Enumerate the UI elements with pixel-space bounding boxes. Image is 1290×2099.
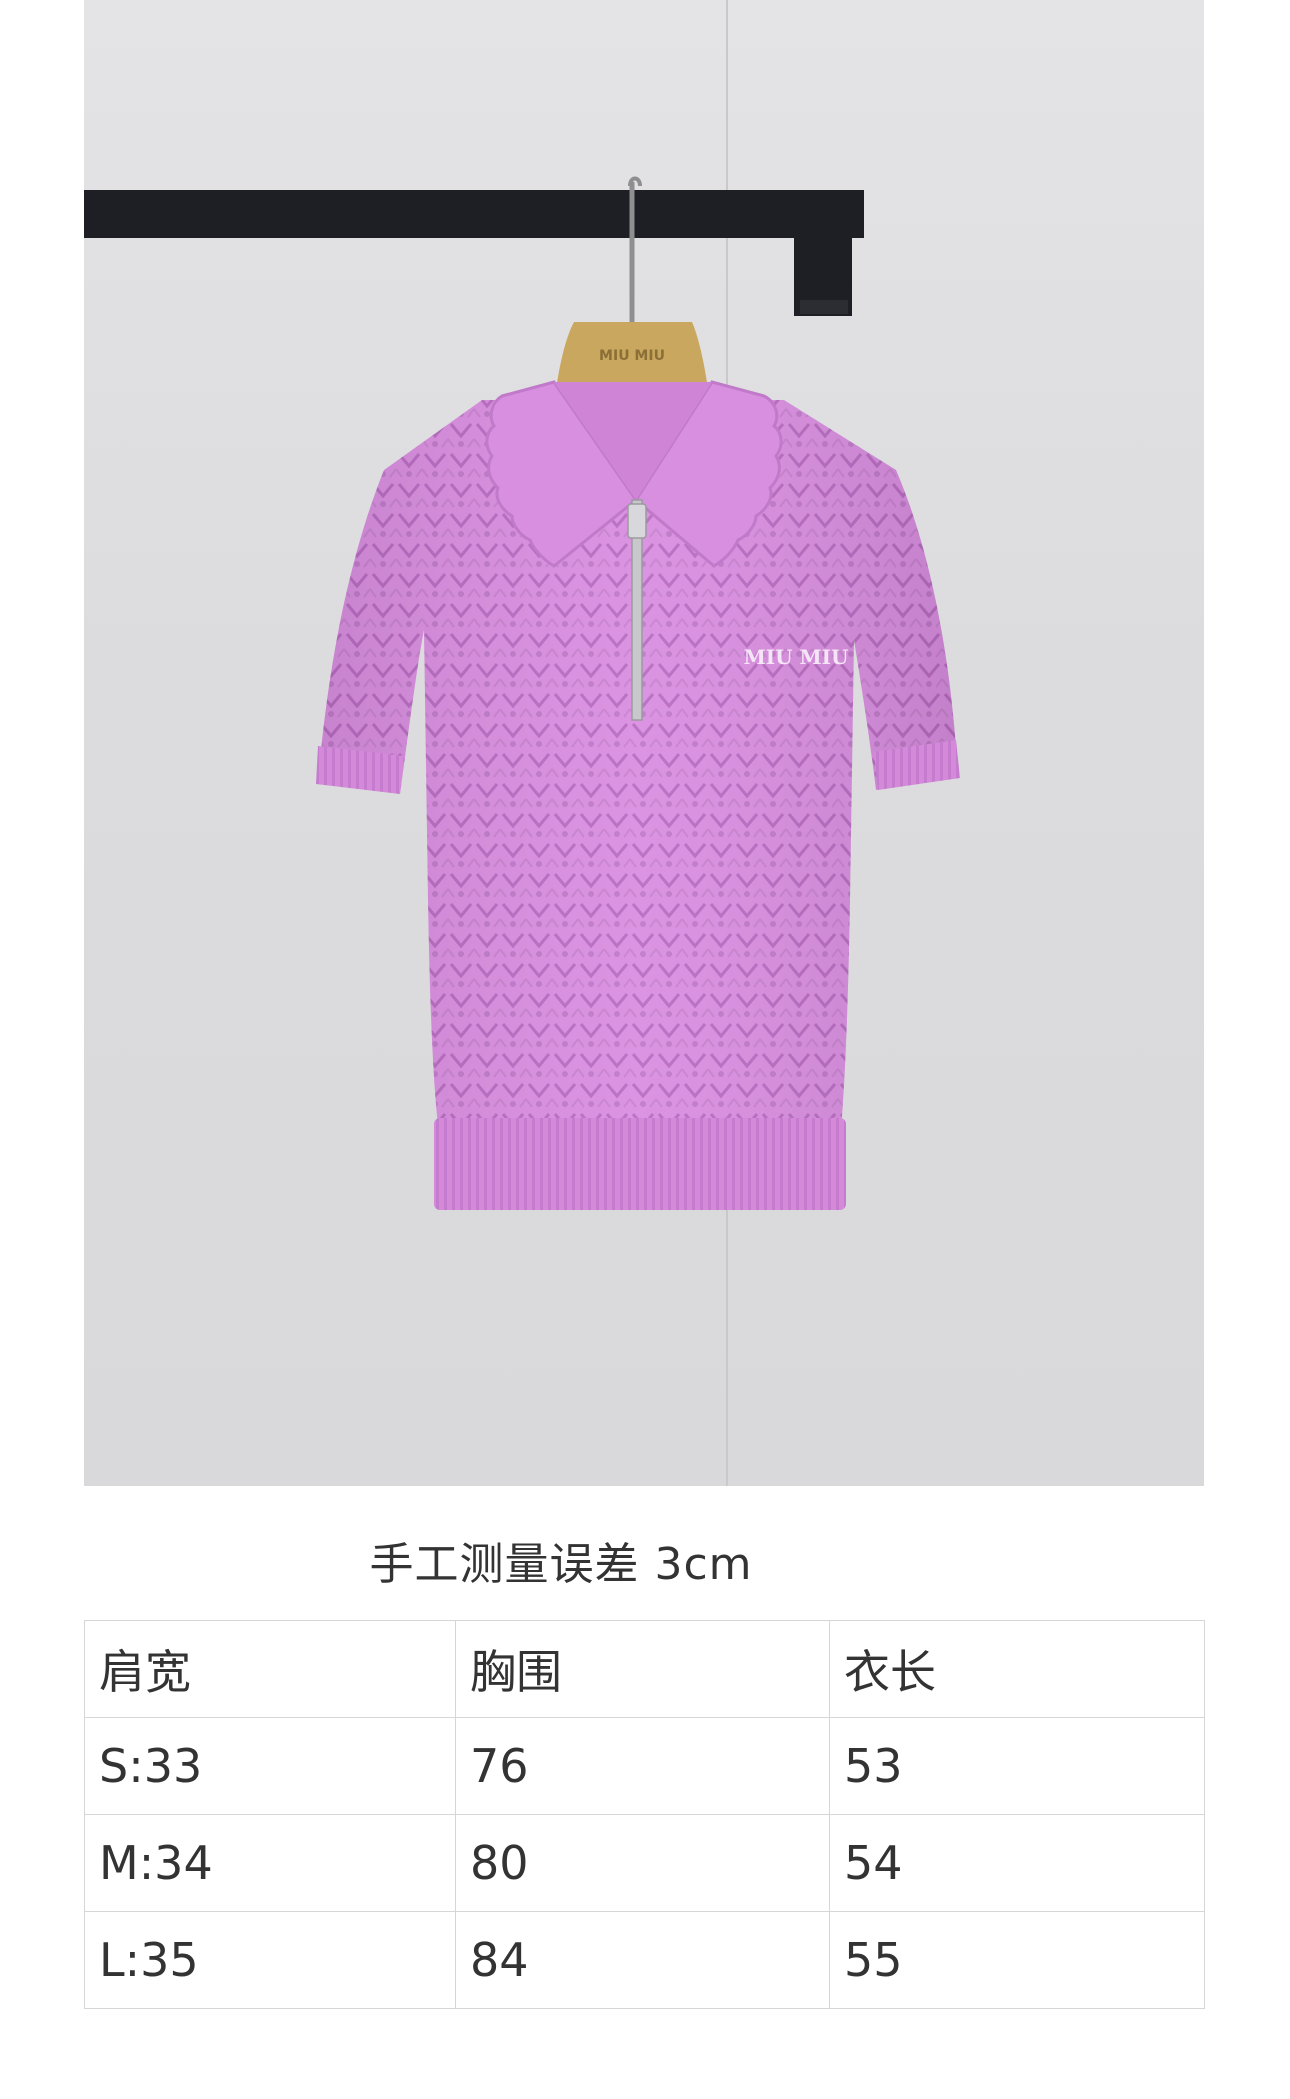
table-row: M:34 80 54 <box>84 1814 1205 1912</box>
table-row: S:33 76 53 <box>84 1717 1205 1815</box>
size-table: 肩宽 胸围 衣长 S:33 76 53 M:34 80 54 L:35 84 5… <box>84 1620 1205 2009</box>
header-shoulder-width: 肩宽 <box>84 1620 456 1718</box>
zipper-pull <box>627 503 647 539</box>
table-cell: S:33 <box>84 1717 456 1815</box>
table-cell: 53 <box>829 1717 1205 1815</box>
table-cell: M:34 <box>84 1814 456 1912</box>
table-cell: 80 <box>455 1814 830 1912</box>
measurement-note: 手工测量误差 3cm <box>0 1528 1290 1592</box>
hanger-logo: MIU MIU <box>599 348 665 364</box>
table-cell: 76 <box>455 1717 830 1815</box>
product-photo: MIU MIU MIU MIU <box>84 0 1204 1486</box>
table-cell: 54 <box>829 1814 1205 1912</box>
knit-polo-illustration: MIU MIU MIU MIU <box>84 0 960 1486</box>
hem-rib <box>434 1118 846 1210</box>
table-row: L:35 84 55 <box>84 1911 1205 2009</box>
table-header-row: 肩宽 胸围 衣长 <box>84 1620 1205 1718</box>
chest-logo: MIU MIU <box>744 645 849 669</box>
header-length: 衣长 <box>829 1620 1205 1718</box>
table-cell: L:35 <box>84 1911 456 2009</box>
wall-rail <box>84 190 864 238</box>
table-cell: 84 <box>455 1911 830 2009</box>
measurement-note-text: 手工测量误差 3cm <box>369 1539 753 1590</box>
table-cell: 55 <box>829 1911 1205 2009</box>
header-bust: 胸围 <box>455 1620 830 1718</box>
